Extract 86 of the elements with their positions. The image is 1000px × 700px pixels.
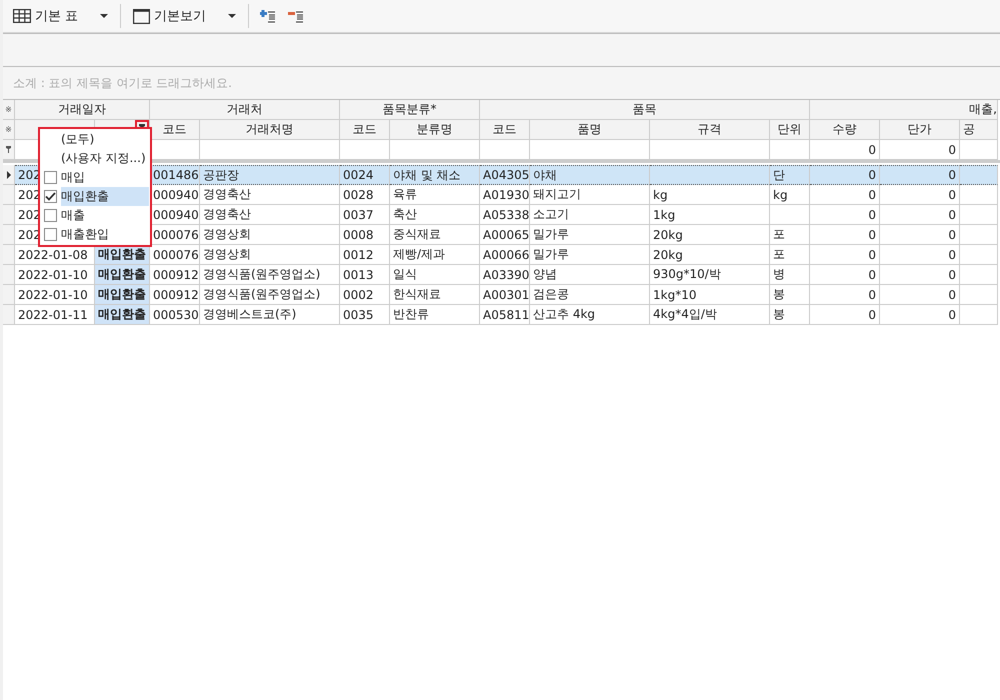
table-cell: 0 xyxy=(880,225,960,245)
table-cell: 일식 xyxy=(390,265,480,285)
table-cell: 0 xyxy=(810,225,880,245)
table-cell: A04305 xyxy=(480,165,530,185)
table-cell: 검은콩 xyxy=(530,285,650,305)
table-cell: 봉 xyxy=(770,285,810,305)
table-cell: 0024 xyxy=(340,165,390,185)
table-cell: 경영식품(원주영업소) xyxy=(200,285,340,305)
table-cell: 0 xyxy=(880,285,960,305)
table-cell: 000912 xyxy=(150,265,200,285)
table-cell: A05338 xyxy=(480,205,530,225)
table-cell: 0037 xyxy=(340,205,390,225)
table-cell: A01930 xyxy=(480,185,530,205)
table-cell: 0 xyxy=(880,165,960,185)
table-cell: 돼지고기 xyxy=(530,185,650,205)
group-header: 거래일자 xyxy=(15,100,150,120)
table-cell: 공판장 xyxy=(200,165,340,185)
table-cell: 매입환출 xyxy=(95,305,150,325)
table-cell: 0002 xyxy=(340,285,390,305)
table-cell: 한식재료 xyxy=(390,285,480,305)
table-cell: 0 xyxy=(810,245,880,265)
group-header: 품목분류* xyxy=(340,100,480,120)
table-cell: 밀가루 xyxy=(530,225,650,245)
table-cell: 경영식품(원주영업소) xyxy=(200,265,340,285)
table-cell: 0 xyxy=(880,305,960,325)
group-panel-hint: 소계 : 표의 제목을 여기로 드래그하세요. xyxy=(13,74,232,92)
table-cell: 0013 xyxy=(340,265,390,285)
table-cell: 4kg*4입/박 xyxy=(650,305,770,325)
table-cell: 밀가루 xyxy=(530,245,650,265)
table-cell: 0 xyxy=(880,185,960,205)
table-cell: 0 xyxy=(810,185,880,205)
table-cell: 1kg xyxy=(650,205,770,225)
table-cell: 20kg xyxy=(650,225,770,245)
group-header: 거래처 xyxy=(150,100,340,120)
table-cell: 0 xyxy=(880,205,960,225)
table-cell: 0012 xyxy=(340,245,390,265)
table-cell: 야채 및 채소 xyxy=(390,165,480,185)
table-cell: 매입환출 xyxy=(95,245,150,265)
table-cell: 001486 xyxy=(150,165,200,185)
table-cell: 소고기 xyxy=(530,205,650,225)
table-cell: 0 xyxy=(810,165,880,185)
table-cell: 산고추 4kg xyxy=(530,305,650,325)
table-cell: A00301 xyxy=(480,285,530,305)
table-cell: 20kg xyxy=(650,245,770,265)
table-cell: 930g*10/박 xyxy=(650,265,770,285)
group-header: 품목 xyxy=(480,100,810,120)
table-cell: 0028 xyxy=(340,185,390,205)
table-cell: 매입환출 xyxy=(95,285,150,305)
table-cell: A00065 xyxy=(480,225,530,245)
table-cell: 1kg*10 xyxy=(650,285,770,305)
table-cell: 0 xyxy=(810,305,880,325)
table-cell: 경영축산 xyxy=(200,205,340,225)
table-cell: A05811 xyxy=(480,305,530,325)
table-cell: 야채 xyxy=(530,165,650,185)
table-cell: 병 xyxy=(770,265,810,285)
table-cell: 0 xyxy=(880,265,960,285)
table-cell: 중식재료 xyxy=(390,225,480,245)
table-cell: 육류 xyxy=(390,185,480,205)
table-cell: 반찬류 xyxy=(390,305,480,325)
table-cell: 경영상회 xyxy=(200,245,340,265)
table-cell: 0 xyxy=(810,205,880,225)
table-cell: 000530 xyxy=(150,305,200,325)
table-cell: kg xyxy=(650,185,770,205)
group-header: 매출, xyxy=(810,100,998,120)
table-cell: 경영베스트코(주) xyxy=(200,305,340,325)
table-cell: 0 xyxy=(810,285,880,305)
table-cell: 포 xyxy=(770,245,810,265)
table-cell: 제빵/제과 xyxy=(390,245,480,265)
table-cell: A00066 xyxy=(480,245,530,265)
table-cell: kg xyxy=(770,185,810,205)
table-cell: 축산 xyxy=(390,205,480,225)
table-cell: 000912 xyxy=(150,285,200,305)
table-cell: 0035 xyxy=(340,305,390,325)
table-cell: A03390 xyxy=(480,265,530,285)
table-cell: 포 xyxy=(770,225,810,245)
row-header-cell: ※ xyxy=(3,120,15,140)
table-cell: 양념 xyxy=(530,265,650,285)
table-cell: 0 xyxy=(880,245,960,265)
table-cell: 봉 xyxy=(770,305,810,325)
row-header-cell: ※ xyxy=(3,100,15,120)
table-cell: 단 xyxy=(770,165,810,185)
table-cell: 매입환출 xyxy=(95,265,150,285)
table-cell: 0008 xyxy=(340,225,390,245)
table-cell: 경영상회 xyxy=(200,225,340,245)
table-cell: 0 xyxy=(810,265,880,285)
table-cell: 경영축산 xyxy=(200,185,340,205)
